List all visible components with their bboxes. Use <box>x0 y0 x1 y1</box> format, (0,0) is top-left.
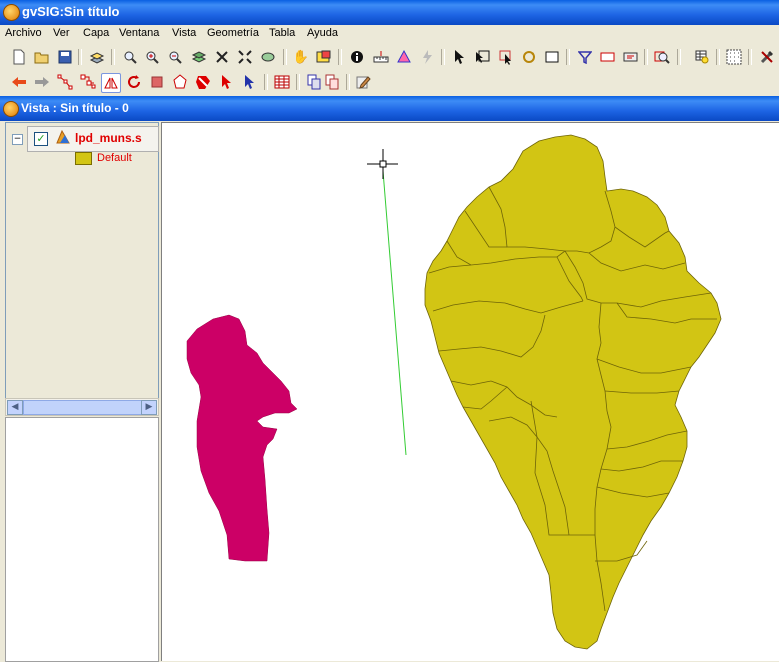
menu-ventana[interactable]: Ventana <box>119 27 159 39</box>
menu-ayuda[interactable]: Ayuda <box>307 27 338 39</box>
measure-area-icon[interactable] <box>395 48 413 66</box>
select-cursor-icon[interactable] <box>217 73 235 91</box>
pan-icon[interactable]: ✋ <box>292 48 310 66</box>
undo-icon[interactable] <box>10 73 28 91</box>
crosshair-cursor-icon <box>367 149 398 179</box>
zoom-out-icon[interactable] <box>166 48 184 66</box>
zoom-layer-icon[interactable] <box>190 48 208 66</box>
tools-icon[interactable] <box>758 48 776 66</box>
redo-icon[interactable] <box>33 73 51 91</box>
save-icon[interactable] <box>56 48 74 66</box>
menu-capa[interactable]: Capa <box>83 27 109 39</box>
overview-panel[interactable] <box>5 417 159 662</box>
symmetry-icon[interactable] <box>101 73 121 93</box>
table-grid-icon[interactable] <box>273 73 291 91</box>
table-icon[interactable] <box>693 48 711 66</box>
zoom-selection-icon[interactable] <box>236 48 254 66</box>
zoom-in-icon[interactable] <box>143 48 161 66</box>
layers-icon[interactable] <box>88 48 106 66</box>
toolbar-separator <box>346 74 350 90</box>
select-by-rectangle-icon[interactable] <box>599 48 617 66</box>
clear-selection-icon[interactable] <box>543 48 561 66</box>
scroll-left-icon[interactable]: ◀ <box>7 400 23 415</box>
toolbar-separator <box>111 49 115 65</box>
menu-archivo[interactable]: Archivo <box>5 27 42 39</box>
select-rectangle-icon[interactable] <box>473 48 491 66</box>
polygon-layer-icon <box>56 130 70 144</box>
edit-icon[interactable] <box>354 73 372 91</box>
select-icon[interactable] <box>450 48 468 66</box>
new-document-icon[interactable] <box>10 48 28 66</box>
layer-entry[interactable]: ✓ lpd_muns.s <box>27 126 159 152</box>
toolbar-separator <box>677 49 681 65</box>
toolbar-separator <box>283 49 287 65</box>
view-title-bar: Vista : Sin título - 0 <box>0 96 779 121</box>
edition-toolbar <box>0 70 779 94</box>
toolbar-separator <box>566 49 570 65</box>
gvsig-app-icon <box>3 4 20 21</box>
layer-name: lpd_muns.s <box>75 131 142 145</box>
grid-icon[interactable] <box>725 48 743 66</box>
menu-vista[interactable]: Vista <box>172 27 196 39</box>
menu-geometria[interactable]: Geometría <box>207 27 259 39</box>
select-by-layer-icon[interactable] <box>622 48 640 66</box>
toolbar-separator <box>338 49 342 65</box>
table-of-contents: − ✓ lpd_muns.s Default <box>5 122 159 400</box>
paste-layer-icon[interactable] <box>323 73 341 91</box>
scroll-thumb[interactable] <box>23 400 143 415</box>
legend-label: Default <box>97 152 132 164</box>
window-title: gvSIG:Sin título <box>22 4 120 19</box>
zoom-previous-icon[interactable] <box>259 48 277 66</box>
delete-icon[interactable] <box>194 73 212 91</box>
node-tool-icon[interactable] <box>79 73 97 91</box>
zoom-to-selection-icon[interactable] <box>653 48 671 66</box>
toolbar-separator <box>644 49 648 65</box>
main-toolbar: ✋ <box>0 45 779 69</box>
open-icon[interactable] <box>33 48 51 66</box>
window-title-bar: gvSIG:Sin título <box>0 0 779 25</box>
toolbar-separator <box>78 49 82 65</box>
filter-icon[interactable] <box>576 48 594 66</box>
island-municipalities-layer[interactable] <box>424 134 722 650</box>
locator-icon[interactable] <box>315 48 333 66</box>
hyperlink-icon[interactable] <box>418 48 436 66</box>
measure-line <box>382 170 407 456</box>
toolbar-separator <box>441 49 445 65</box>
measure-distance-icon[interactable] <box>372 48 390 66</box>
zoom-full-icon[interactable] <box>121 48 139 66</box>
toc-horizontal-scrollbar[interactable]: ◀ ▶ <box>5 398 159 416</box>
select-polygon-icon[interactable] <box>496 48 514 66</box>
view-title: Vista : Sin título - 0 <box>21 101 129 115</box>
gvsig-view-icon <box>3 101 19 117</box>
menu-ver[interactable]: Ver <box>53 27 70 39</box>
layer-visibility-checkbox[interactable]: ✓ <box>34 132 48 146</box>
menu-tabla[interactable]: Tabla <box>269 27 295 39</box>
scale-icon[interactable] <box>148 73 166 91</box>
zoom-extent-icon[interactable] <box>213 48 231 66</box>
polygon-icon[interactable] <box>171 73 189 91</box>
pointer-icon[interactable] <box>240 73 258 91</box>
rotate-icon[interactable] <box>125 73 143 91</box>
toolbar-separator <box>296 74 300 90</box>
switch-selection-icon[interactable] <box>520 48 538 66</box>
scroll-right-icon[interactable]: ▶ <box>141 400 157 415</box>
toolbar-separator <box>748 49 752 65</box>
selected-municipality-polygon[interactable] <box>186 314 298 562</box>
toolbar-separator <box>716 49 720 65</box>
info-icon[interactable] <box>348 48 366 66</box>
line-tool-icon[interactable] <box>56 73 74 91</box>
collapse-toggle[interactable]: − <box>12 134 23 145</box>
toolbar-separator <box>264 74 268 90</box>
menu-bar: Archivo Ver Capa Ventana Vista Geometría… <box>0 25 779 44</box>
map-canvas[interactable] <box>161 122 779 661</box>
legend-color-swatch <box>75 152 92 165</box>
copy-layer-icon[interactable] <box>305 73 323 91</box>
